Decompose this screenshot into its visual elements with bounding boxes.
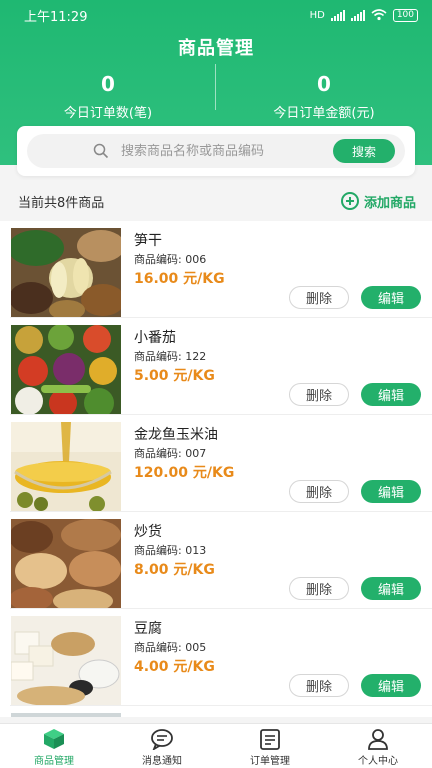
list-item[interactable]: 炒货 商品编码: 013 8.00 元/KG 删除 编辑 (0, 512, 432, 609)
search-icon (93, 143, 109, 159)
list-item[interactable]: 豆腐 商品编码: 005 4.00 元/KG 删除 编辑 (0, 609, 432, 706)
list-item[interactable]: 海鱼 (0, 706, 432, 717)
product-price: 8.00 元/KG (134, 562, 215, 578)
tab-profile[interactable]: 个人中心 (324, 724, 432, 768)
tab-bar: 商品管理 消息通知 订单管理 个人中心 (0, 723, 432, 768)
product-name: 小番茄 (134, 330, 176, 346)
product-code: 商品编码: 007 (134, 447, 207, 460)
plus-circle-icon (340, 192, 359, 210)
product-image (11, 519, 121, 609)
product-name: 笋干 (134, 233, 162, 249)
product-price: 120.00 元/KG (134, 465, 235, 481)
product-list[interactable]: 笋干 商品编码: 006 16.00 元/KG 删除 编辑 小番茄 商品编码: … (0, 221, 432, 717)
stat-order-count: 0 今日订单数(笔) (0, 72, 216, 121)
delete-button[interactable]: 删除 (289, 480, 349, 503)
chat-icon (151, 729, 173, 750)
search-button[interactable]: 搜索 (333, 139, 395, 163)
delete-button[interactable]: 删除 (289, 577, 349, 600)
tab-label: 消息通知 (142, 756, 182, 767)
product-name: 炒货 (134, 524, 162, 540)
status-bar: 上午11:29 HD 100 (0, 0, 432, 30)
product-price: 16.00 元/KG (134, 271, 225, 287)
add-product-button[interactable]: 添加商品 (340, 192, 416, 211)
product-image (11, 325, 121, 415)
signal-icon-2 (350, 9, 365, 21)
tab-notifications[interactable]: 消息通知 (108, 724, 216, 768)
stat-label: 今日订单金额(元) (273, 106, 375, 121)
search-box[interactable]: 搜索 (27, 134, 405, 168)
edit-button[interactable]: 编辑 (361, 286, 421, 309)
search-card: 搜索 (17, 126, 415, 176)
status-time: 上午11:29 (24, 9, 88, 25)
box-icon (44, 729, 64, 749)
edit-button[interactable]: 编辑 (361, 383, 421, 406)
product-name: 豆腐 (134, 621, 162, 637)
product-image (11, 228, 121, 318)
network-type: HD (309, 9, 325, 21)
product-code: 商品编码: 013 (134, 544, 207, 557)
battery-icon: 100 (392, 8, 418, 22)
stat-label: 今日订单数(笔) (63, 106, 153, 121)
stat-value: 0 (317, 72, 331, 96)
wifi-icon (371, 9, 387, 21)
delete-button[interactable]: 删除 (289, 383, 349, 406)
status-icons: HD 100 (309, 8, 418, 22)
stat-value: 0 (101, 72, 115, 96)
stats-divider (215, 64, 216, 110)
delete-button[interactable]: 删除 (289, 286, 349, 309)
signal-icon (330, 9, 345, 21)
tab-label: 个人中心 (358, 756, 398, 767)
tab-order-management[interactable]: 订单管理 (216, 724, 324, 768)
stats-row: 0 今日订单数(笔) 0 今日订单金额(元) (0, 72, 432, 121)
list-item[interactable]: 金龙鱼玉米油 商品编码: 007 120.00 元/KG 删除 编辑 (0, 415, 432, 512)
product-code: 商品编码: 006 (134, 253, 207, 266)
summary-row: 当前共8件商品 添加商品 (0, 186, 432, 216)
list-item[interactable]: 笋干 商品编码: 006 16.00 元/KG 删除 编辑 (0, 221, 432, 318)
edit-button[interactable]: 编辑 (361, 577, 421, 600)
product-count: 当前共8件商品 (18, 195, 105, 211)
search-input[interactable] (121, 134, 321, 168)
add-product-label: 添加商品 (363, 195, 416, 211)
product-code: 商品编码: 005 (134, 641, 207, 654)
edit-button[interactable]: 编辑 (361, 674, 421, 697)
product-image (11, 616, 121, 706)
delete-button[interactable]: 删除 (289, 674, 349, 697)
order-icon (260, 729, 280, 750)
tab-label: 订单管理 (250, 756, 290, 767)
tab-product-management[interactable]: 商品管理 (0, 724, 108, 768)
product-price: 5.00 元/KG (134, 368, 215, 384)
user-icon (368, 729, 388, 750)
page-title: 商品管理 (178, 38, 254, 59)
list-item[interactable]: 小番茄 商品编码: 122 5.00 元/KG 删除 编辑 (0, 318, 432, 415)
edit-button[interactable]: 编辑 (361, 480, 421, 503)
tab-label: 商品管理 (34, 756, 74, 767)
stat-order-amount: 0 今日订单金额(元) (216, 72, 432, 121)
product-image (11, 713, 121, 717)
product-code: 商品编码: 122 (134, 350, 207, 363)
product-name: 海鱼 (134, 715, 162, 717)
product-image (11, 422, 121, 512)
product-name: 金龙鱼玉米油 (134, 427, 218, 443)
product-price: 4.00 元/KG (134, 659, 215, 675)
